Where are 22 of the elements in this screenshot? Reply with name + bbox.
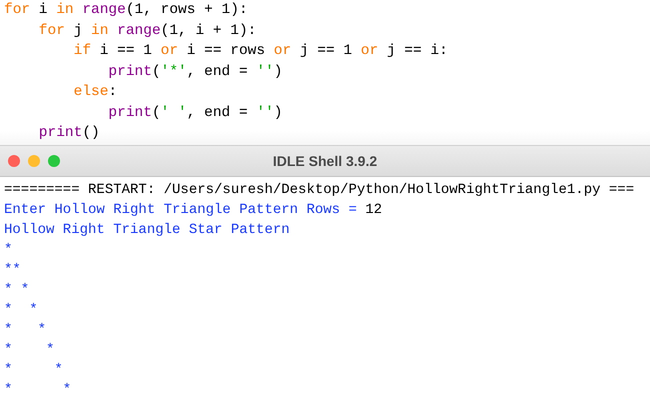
minimize-button[interactable] [28, 155, 40, 167]
code-line: print(' ', end = '') [107, 104, 284, 122]
code-line: for j in range(1, i + 1): [38, 22, 258, 40]
code-line: for i in range(1, rows + 1): [4, 1, 249, 20]
shell-line: * * [4, 301, 39, 320]
shell-line: Enter Hollow Right Triangle Pattern Rows = 12 [4, 201, 384, 220]
shell-line: * * [4, 361, 64, 380]
code-line: if i == 1 or i == rows or j == 1 or j == i: [72, 42, 449, 61]
shell-line: * * [4, 321, 48, 340]
shell-line: * * [4, 341, 56, 360]
close-button[interactable] [8, 155, 20, 167]
code-line: else: [72, 83, 118, 102]
code-line: print('*', end = '') [107, 62, 284, 82]
window-title: IDLE Shell 3.9.2 [272, 153, 378, 169]
shell-line: ** [4, 261, 22, 280]
code-line: print() [38, 124, 101, 143]
shell-line: * * [4, 381, 72, 400]
shell-line: Hollow Right Triangle Star Pattern [4, 221, 291, 240]
zoom-button[interactable] [48, 155, 60, 167]
shell-line: ========= RESTART: /Users/suresh/Desktop/Python/HollowRightTriangle1.py === [4, 181, 636, 200]
shell-line: * [4, 241, 14, 260]
shell-line: * * [4, 281, 30, 300]
